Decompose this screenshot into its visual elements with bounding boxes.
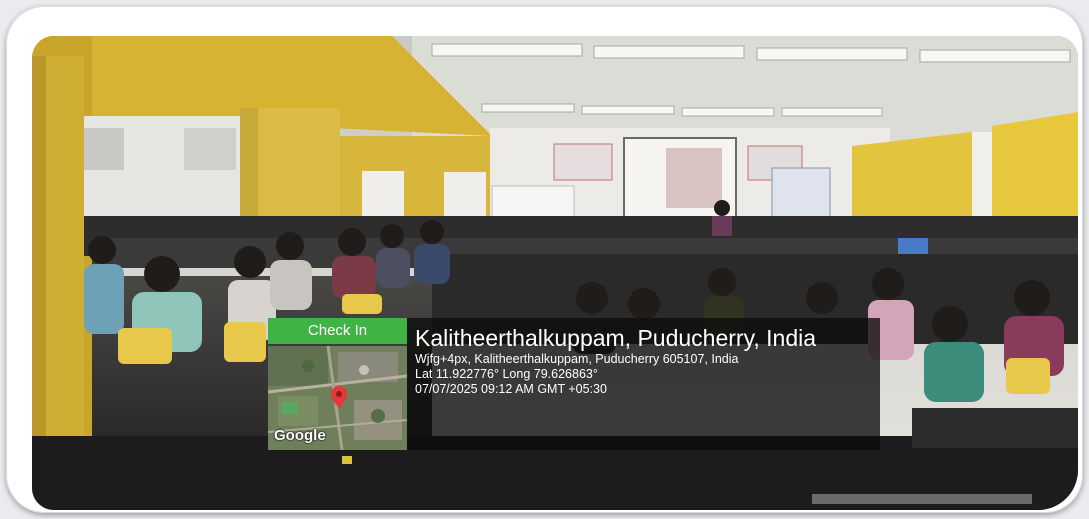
- map-pin-icon: [331, 386, 347, 408]
- address-line: Wjfg+4px, Kalitheerthalkuppam, Puducherr…: [415, 352, 739, 366]
- coordinates-line: Lat 11.922776° Long 79.626863°: [415, 367, 598, 381]
- place-name: Kalitheerthalkuppam, Puducherry, India: [415, 325, 817, 351]
- google-logo: Google: [274, 427, 326, 444]
- datetime-line: 07/07/2025 09:12 AM GMT +05:30: [415, 382, 607, 396]
- photo-frame: Check In Google Kalitheerthalkuppam, Pud…: [6, 6, 1083, 513]
- check-in-badge: Check In: [268, 318, 407, 344]
- map-thumbnail: Google: [268, 346, 407, 450]
- location-info-panel: Kalitheerthalkuppam, Puducherry, India W…: [407, 318, 880, 450]
- geotag-overlay: Check In Google Kalitheerthalkuppam, Pud…: [268, 318, 880, 450]
